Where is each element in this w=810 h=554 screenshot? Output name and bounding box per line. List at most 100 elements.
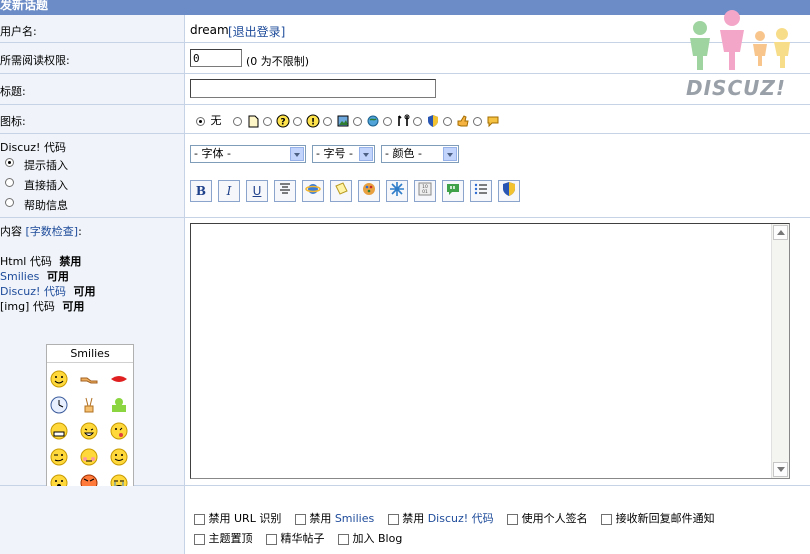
victory-hand-icon[interactable] <box>79 395 99 415</box>
insert-flash-button[interactable] <box>386 180 408 202</box>
insert-link-button[interactable] <box>302 180 324 202</box>
option-disable-url[interactable]: 禁用 URL 识别 <box>194 512 281 525</box>
content-label: 内容 <box>0 225 22 238</box>
option-sticky[interactable]: 主题置顶 <box>194 532 253 545</box>
align-center-icon <box>280 183 290 194</box>
checkbox[interactable] <box>387 513 399 525</box>
insert-code-button[interactable]: 10 01 <box>414 180 436 202</box>
color-select[interactable]: - 颜色 - <box>381 145 459 163</box>
checkbox[interactable] <box>194 533 205 545</box>
scroll-up-icon[interactable] <box>773 225 788 240</box>
list-icon <box>474 183 487 195</box>
option-disable-discuz[interactable]: 禁用 Discuz! 代码 <box>387 512 494 525</box>
chevron-down-icon <box>443 147 457 161</box>
insert-email-button[interactable] <box>330 180 352 202</box>
insert-list-button[interactable] <box>470 180 492 202</box>
checkbox[interactable] <box>338 533 349 545</box>
italic-button[interactable]: I <box>218 180 240 202</box>
username-value: dream <box>190 23 229 37</box>
icon-radio-9[interactable] <box>473 116 482 126</box>
checkbox[interactable] <box>601 513 613 525</box>
option-email-notify[interactable]: 接收新回复邮件通知 <box>601 512 715 525</box>
svg-text:!: ! <box>310 118 314 128</box>
question-icon: ? <box>276 114 289 128</box>
insert-quote-button[interactable] <box>442 180 464 202</box>
option-add-blog[interactable]: 加入 Blog <box>338 532 402 545</box>
option-use-signature[interactable]: 使用个人签名 <box>507 512 588 525</box>
icon-radio-4[interactable] <box>323 116 332 126</box>
icon-radio-6[interactable] <box>383 116 392 126</box>
readperm-input[interactable] <box>190 49 242 67</box>
smilies-state: 可用 <box>46 270 69 283</box>
icon-radio-3[interactable] <box>293 116 302 126</box>
word-count-link[interactable]: [字数检查] <box>26 225 79 238</box>
tools-icon <box>397 114 409 126</box>
html-code-state: 禁用 <box>59 255 82 268</box>
document-icon <box>248 115 258 128</box>
discuz-logo: DISCUZ! <box>682 6 802 102</box>
happy-icon[interactable] <box>109 447 129 467</box>
note-icon <box>335 182 348 195</box>
icon-radio-none[interactable] <box>196 116 205 126</box>
smile-icon[interactable] <box>49 369 69 389</box>
logo-text: DISCUZ! <box>686 76 786 100</box>
img-code-label: [img] 代码 <box>0 300 55 313</box>
username-label: 用户名: <box>0 25 37 38</box>
checkbox[interactable] <box>194 513 205 525</box>
icon-none-label: 无 <box>210 114 222 127</box>
textarea-scrollbar[interactable] <box>771 224 789 478</box>
icon-radio-7[interactable] <box>413 116 422 126</box>
mode-radio-help[interactable] <box>5 198 14 207</box>
icon-radio-8[interactable] <box>443 116 452 126</box>
checkbox[interactable] <box>507 513 519 525</box>
cheer-icon[interactable] <box>109 395 129 415</box>
shy-icon[interactable] <box>79 447 99 467</box>
laugh-icon[interactable] <box>79 421 99 441</box>
logout-link[interactable]: [退出登录] <box>228 23 285 40</box>
chevron-down-icon <box>290 147 304 161</box>
wink-icon[interactable] <box>49 447 69 467</box>
readperm-label: 所需阅读权限: <box>0 54 70 67</box>
icons-row: 图标: 无 ? ! <box>0 105 810 134</box>
message-textarea[interactable] <box>190 223 790 479</box>
quote-icon <box>447 184 459 195</box>
clock-icon[interactable] <box>49 395 69 415</box>
smilies-link[interactable]: Smilies <box>0 270 39 283</box>
lips-icon[interactable] <box>109 369 129 389</box>
mode-radio-direct[interactable] <box>5 178 14 187</box>
handshake-icon[interactable] <box>79 369 99 389</box>
bold-button[interactable]: B <box>190 180 212 202</box>
img-code-state: 可用 <box>62 300 85 313</box>
smilies-panel-title: Smilies <box>47 345 133 363</box>
globe-chat-icon <box>367 115 378 127</box>
svg-text:01: 01 <box>422 189 428 195</box>
tongue-icon[interactable] <box>109 421 129 441</box>
icon-radio-2[interactable] <box>263 116 272 126</box>
checkbox[interactable] <box>266 533 277 545</box>
icon-radio-5[interactable] <box>353 116 362 126</box>
underline-button[interactable]: U <box>246 180 268 202</box>
align-center-button[interactable] <box>274 180 296 202</box>
picture-icon <box>337 115 348 127</box>
font-select[interactable]: - 字体 - <box>190 145 306 163</box>
ie-link-icon <box>305 184 321 194</box>
code-icon: 1001 <box>418 182 432 196</box>
shield-icon <box>503 182 515 196</box>
option-disable-smilies[interactable]: 禁用 Smilies <box>294 512 374 525</box>
size-select[interactable]: - 字号 - <box>312 145 375 163</box>
scroll-down-icon[interactable] <box>773 462 788 477</box>
icon-radio-1[interactable] <box>233 116 242 126</box>
palette-icon <box>363 183 375 195</box>
svg-text:?: ? <box>280 118 285 128</box>
discuz-code-link[interactable]: Discuz! 代码 <box>0 285 66 298</box>
subject-input[interactable] <box>190 79 436 98</box>
option-digest[interactable]: 精华帖子 <box>266 532 325 545</box>
readperm-hint: (0 为不限制) <box>246 55 310 68</box>
grin-icon[interactable] <box>49 421 69 441</box>
mode-radio-prompt[interactable] <box>5 158 14 167</box>
checkbox[interactable] <box>294 513 306 525</box>
insert-hide-button[interactable] <box>498 180 520 202</box>
discuzcode-row: Discuz! 代码 提示插入 直接插入 帮助信息 - 字体 - - 字号 - … <box>0 134 810 218</box>
subject-label: 标题: <box>0 85 26 98</box>
insert-image-button[interactable] <box>358 180 380 202</box>
